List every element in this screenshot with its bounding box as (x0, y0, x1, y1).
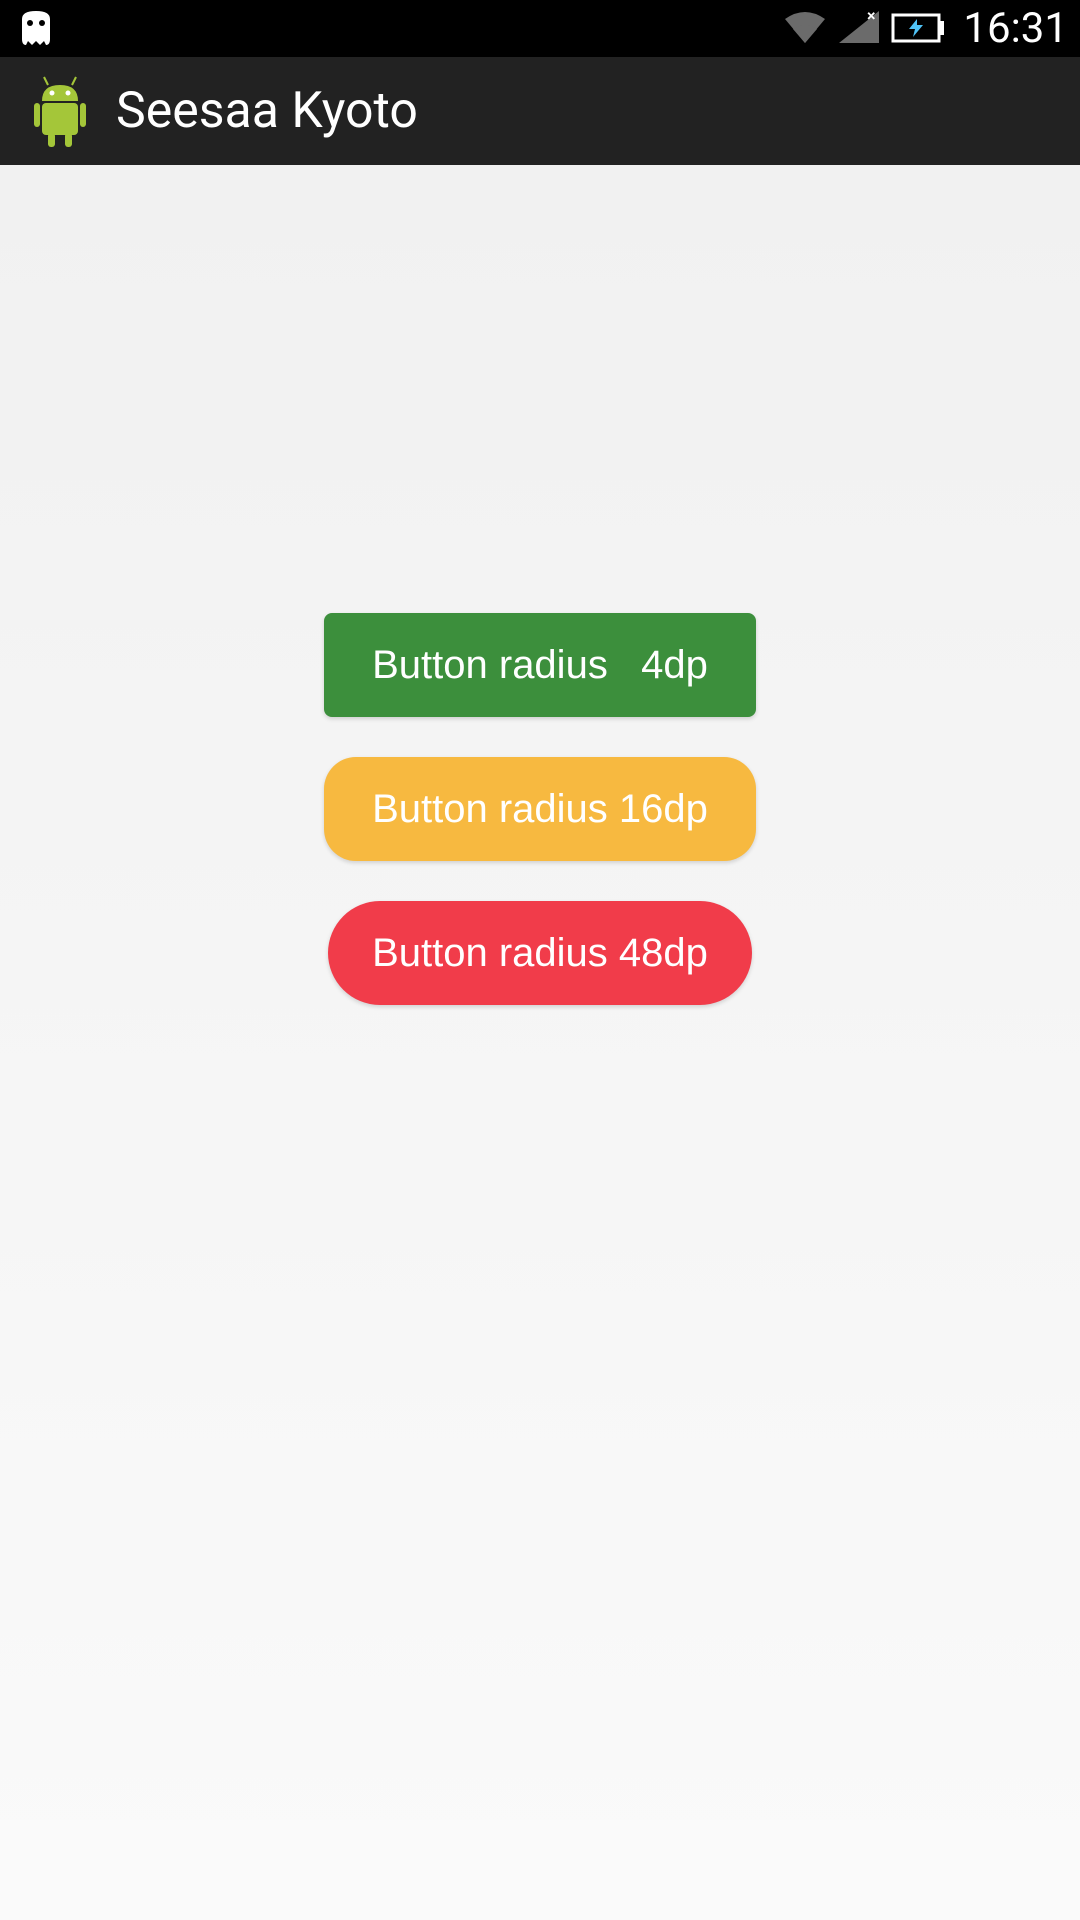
svg-text:×: × (867, 9, 876, 25)
cell-signal-icon: × (837, 9, 881, 49)
android-robot-icon (30, 75, 90, 147)
app-bar: Seesaa Kyoto (0, 57, 1080, 165)
notification-ghost-icon (12, 9, 60, 49)
button-radius-48dp[interactable]: Button radius 48dp (328, 901, 752, 1005)
status-right: × 16:31 (783, 4, 1068, 53)
app-title: Seesaa Kyoto (116, 82, 418, 140)
button-radius-16dp[interactable]: Button radius 16dp (324, 757, 756, 861)
status-left (12, 9, 60, 49)
status-bar: × 16:31 (0, 0, 1080, 57)
wifi-icon (783, 9, 827, 49)
status-time: 16:31 (963, 4, 1068, 53)
battery-charging-icon (891, 9, 947, 49)
content-area: Button radius 4dp Button radius 16dp But… (0, 165, 1080, 1005)
button-radius-4dp[interactable]: Button radius 4dp (324, 613, 756, 717)
